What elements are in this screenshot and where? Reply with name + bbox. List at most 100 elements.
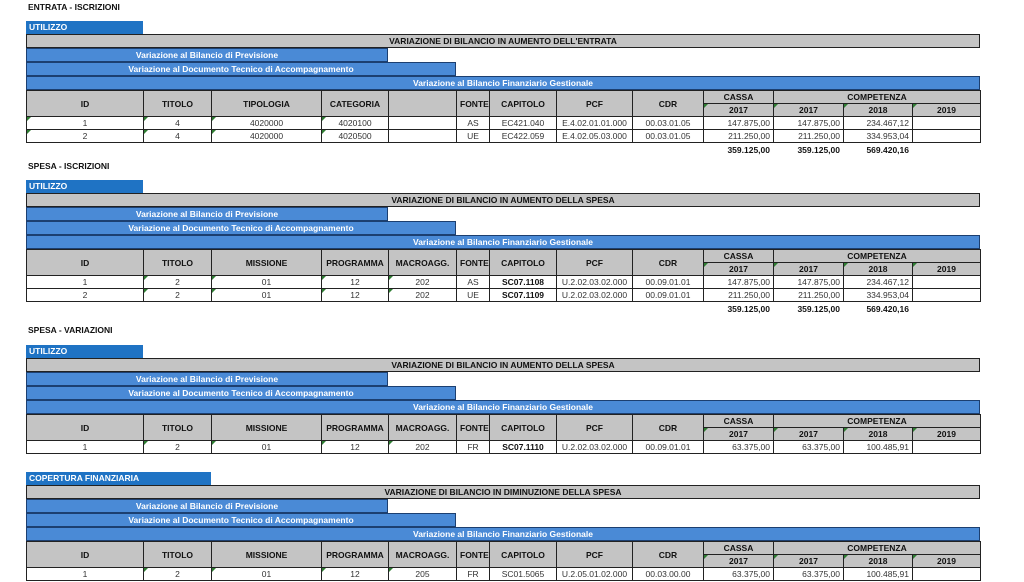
table-cell[interactable]: FR xyxy=(456,567,490,581)
table-cell[interactable]: 63.375,00 xyxy=(703,440,774,454)
table-cell[interactable]: U.2.02.03.02.000 xyxy=(556,275,633,289)
table-cell[interactable]: U.2.02.03.02.000 xyxy=(556,288,633,302)
table-cell[interactable]: 4 xyxy=(143,116,212,130)
table-cell[interactable]: 00.03.01.05 xyxy=(632,116,704,130)
table-cell[interactable]: 211.250,00 xyxy=(773,129,844,143)
table-cell[interactable]: 63.375,00 xyxy=(773,440,844,454)
variation-table: ID TITOLO MISSIONE PROGRAMMA MACROAGG. FONTE C… xyxy=(26,414,982,454)
column-header-year: 2017 xyxy=(773,103,844,117)
table-cell[interactable]: 100.485,91 xyxy=(843,440,913,454)
table-cell[interactable]: 147.875,00 xyxy=(703,275,774,289)
table-cell[interactable]: U.2.02.03.02.000 xyxy=(556,440,633,454)
table-cell[interactable]: 202 xyxy=(388,440,457,454)
column-header: MACROAGG. xyxy=(388,414,457,441)
table-cell[interactable]: 4020100 xyxy=(321,116,389,130)
table-cell[interactable]: 01 xyxy=(211,567,322,581)
column-header: PCF xyxy=(556,90,633,117)
table-cell[interactable]: 2 xyxy=(26,288,144,302)
table-cell[interactable] xyxy=(388,116,457,130)
table-cell[interactable] xyxy=(911,288,982,302)
column-header: TITOLO xyxy=(143,90,212,117)
table-cell[interactable]: 211.250,00 xyxy=(703,288,774,302)
table-cell[interactable]: 00.09.01.01 xyxy=(632,275,704,289)
table-cell[interactable]: EC422.059 xyxy=(489,129,557,143)
table-cell[interactable]: 12 xyxy=(321,288,389,302)
table-cell[interactable]: 100.485,91 xyxy=(843,567,913,581)
table-cell[interactable]: UE xyxy=(456,129,490,143)
table-cell[interactable]: 63.375,00 xyxy=(773,567,844,581)
table-cell[interactable] xyxy=(388,129,457,143)
table-cell[interactable]: AS xyxy=(456,116,490,130)
table-cell[interactable]: SC07.1109 xyxy=(489,288,557,302)
column-header-cassa: CASSA xyxy=(703,414,774,428)
table-cell[interactable]: 00.09.01.01 xyxy=(632,288,704,302)
table-cell[interactable]: 12 xyxy=(321,440,389,454)
column-header: CAPITOLO xyxy=(489,414,557,441)
table-cell[interactable]: EC421.040 xyxy=(489,116,557,130)
table-cell[interactable]: 147.875,00 xyxy=(773,116,844,130)
table-cell[interactable]: U.2.05.01.02.000 xyxy=(556,567,633,581)
table-cell[interactable]: 202 xyxy=(388,275,457,289)
table-row: 1 4 4020000 4020100 AS EC421.040 E.4.02.01.01.… xyxy=(26,116,982,130)
table-cell[interactable]: SC01.5065 xyxy=(489,567,557,581)
table-cell[interactable] xyxy=(911,129,982,143)
table-cell[interactable]: 1 xyxy=(26,116,144,130)
table-cell[interactable]: 334.953,04 xyxy=(843,288,913,302)
totals-row: 359.125,00 359.125,00 569.420,16 xyxy=(703,143,912,156)
table-cell[interactable]: 01 xyxy=(211,275,322,289)
table-cell[interactable]: 01 xyxy=(211,288,322,302)
table-cell[interactable]: FR xyxy=(456,440,490,454)
column-header: FONTE xyxy=(456,541,490,568)
column-header: MISSIONE xyxy=(211,414,322,441)
table-cell[interactable]: 00.09.01.01 xyxy=(632,440,704,454)
table-cell[interactable]: E.4.02.01.01.000 xyxy=(556,116,633,130)
variation-title-bar: VARIAZIONE DI BILANCIO IN AUMENTO DELL'E… xyxy=(26,34,980,48)
table-cell[interactable] xyxy=(911,275,982,289)
table-cell[interactable]: 234.467,12 xyxy=(843,116,913,130)
table-cell[interactable]: 4020000 xyxy=(211,129,322,143)
column-header: PROGRAMMA xyxy=(321,541,389,568)
table-cell[interactable]: 205 xyxy=(388,567,457,581)
table-cell[interactable]: 00.03.00.00 xyxy=(632,567,704,581)
table-cell[interactable]: 147.875,00 xyxy=(773,275,844,289)
table-cell[interactable]: 12 xyxy=(321,275,389,289)
table-cell[interactable]: 12 xyxy=(321,567,389,581)
table-cell[interactable]: 211.250,00 xyxy=(703,129,774,143)
column-header: PCF xyxy=(556,541,633,568)
table-cell[interactable]: 1 xyxy=(26,567,144,581)
table-cell[interactable]: 01 xyxy=(211,440,322,454)
table-cell[interactable]: 1 xyxy=(26,275,144,289)
table-cell[interactable]: 1 xyxy=(26,440,144,454)
table-cell[interactable]: 147.875,00 xyxy=(703,116,774,130)
column-header: FONTE xyxy=(456,249,490,276)
table-cell[interactable]: 2 xyxy=(143,275,212,289)
table-cell[interactable]: 211.250,00 xyxy=(773,288,844,302)
table-cell[interactable]: SC07.1108 xyxy=(489,275,557,289)
table-cell[interactable]: 2 xyxy=(26,129,144,143)
column-header: FONTE xyxy=(456,90,490,117)
table-cell[interactable]: AS xyxy=(456,275,490,289)
table-cell[interactable]: 334.953,04 xyxy=(843,129,913,143)
table-cell[interactable]: E.4.02.05.03.000 xyxy=(556,129,633,143)
column-header: PROGRAMMA xyxy=(321,414,389,441)
variation-title-bar: VARIAZIONE DI BILANCIO IN AUMENTO DELLA … xyxy=(26,358,980,372)
table-cell[interactable] xyxy=(911,440,982,454)
table-cell[interactable] xyxy=(911,567,982,581)
table-cell[interactable]: 4020000 xyxy=(211,116,322,130)
table-cell[interactable]: 202 xyxy=(388,288,457,302)
column-header-year: 2018 xyxy=(843,427,913,441)
table-cell[interactable]: 63.375,00 xyxy=(703,567,774,581)
copertura-finanziaria-tag: COPERTURA FINANZIARIA xyxy=(26,472,211,485)
table-cell[interactable]: 2 xyxy=(143,440,212,454)
table-cell[interactable] xyxy=(911,116,982,130)
table-cell[interactable]: 234.467,12 xyxy=(843,275,913,289)
column-header: PROGRAMMA xyxy=(321,249,389,276)
table-cell[interactable]: 00.03.01.05 xyxy=(632,129,704,143)
table-cell[interactable]: 4020500 xyxy=(321,129,389,143)
table-cell[interactable]: SC07.1110 xyxy=(489,440,557,454)
column-header-cassa: CASSA xyxy=(703,249,774,263)
table-cell[interactable]: 2 xyxy=(143,288,212,302)
table-cell[interactable]: UE xyxy=(456,288,490,302)
table-cell[interactable]: 4 xyxy=(143,129,212,143)
table-cell[interactable]: 2 xyxy=(143,567,212,581)
